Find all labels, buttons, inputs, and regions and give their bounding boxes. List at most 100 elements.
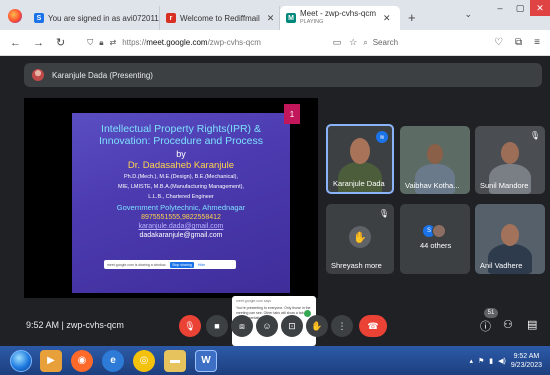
window-close-icon[interactable]: ✕: [530, 0, 550, 16]
meeting-info-icon[interactable]: ⓘ: [480, 318, 491, 334]
slide-email-link[interactable]: karanjule.dada@gmail.com: [72, 223, 290, 230]
present-icon: ⊡: [288, 320, 296, 331]
tab-meet[interactable]: M Meet - zwp-cvhs-qcm PLAYING ✕: [280, 6, 400, 30]
search-input[interactable]: ⌕ Search: [363, 34, 473, 52]
slide-qualifications-3: L.L.B., Chartered Engineer: [148, 194, 214, 200]
emoji-button[interactable]: ☺: [256, 315, 278, 337]
captions-icon: ⧈: [239, 320, 245, 331]
minimize-icon[interactable]: –: [490, 0, 510, 16]
bookmark-star-icon[interactable]: ☆: [349, 37, 357, 48]
media-player-icon[interactable]: ▶: [40, 349, 62, 372]
firefox-icon[interactable]: ◉: [71, 349, 93, 372]
meet-window: Karanjule Dada (Presenting) 1 Intellectu…: [0, 56, 550, 346]
raise-hand-button[interactable]: ✋: [306, 315, 328, 337]
people-icon[interactable]: ⚇: [503, 318, 513, 331]
volume-icon[interactable]: ◀): [498, 357, 506, 365]
shield-icon[interactable]: ⛉: [87, 38, 93, 48]
word-icon[interactable]: W: [195, 349, 217, 372]
hide-banner-button[interactable]: Hide: [198, 263, 205, 267]
tab-rediffmail[interactable]: r Welcome to Rediffmail ✕: [160, 6, 280, 30]
slide-title-line-1: Intellectual Property Rights(IPR) &: [101, 123, 261, 135]
phone-hangup-icon: ☎: [367, 320, 379, 331]
reader-view-icon[interactable]: ▭: [333, 37, 342, 48]
participant-tile-shreyash[interactable]: 🎙︎ ✋ Shreyash more: [326, 204, 394, 274]
slide-college: Government Polytechnic, Ahmednagar: [116, 203, 246, 212]
pocket-icon[interactable]: ♡: [494, 37, 503, 48]
participant-name: Vaibhav Kotha...: [405, 181, 460, 190]
tab-close-icon[interactable]: ✕: [383, 13, 391, 24]
more-options-button[interactable]: ⋮: [331, 315, 353, 337]
chat-icon[interactable]: ▤: [527, 318, 537, 331]
present-button[interactable]: ⊡: [281, 315, 303, 337]
menu-icon[interactable]: ≡: [534, 37, 540, 48]
clock[interactable]: 9:52 AM 9/23/2023: [511, 352, 542, 370]
emoji-icon: ☺: [262, 321, 272, 331]
sharing-banner: meet.google.com is sharing a window. Sto…: [104, 260, 236, 269]
raised-hand-icon: ✋: [349, 226, 371, 248]
slide-number: 1: [284, 104, 300, 124]
tab-list-chevron-icon[interactable]: ⌄: [464, 9, 472, 20]
tray-arrow-icon[interactable]: ▴: [469, 357, 473, 365]
participant-tile-others[interactable]: S 44 others: [400, 204, 470, 274]
camera-icon: ■: [214, 321, 220, 331]
leave-call-button[interactable]: ☎: [359, 315, 387, 337]
lock-icon[interactable]: 🔒︎: [99, 38, 103, 48]
slide-email: dadakaranjule@gmail.com: [139, 232, 223, 239]
captions-button[interactable]: ⧈: [231, 315, 253, 337]
url-bar[interactable]: ⛉ 🔒︎ ⇄ https://meet.google.com/zwp-cvhs-…: [87, 34, 357, 52]
extensions-icon[interactable]: ⧉: [515, 37, 522, 48]
network-icon[interactable]: ▮: [489, 357, 493, 365]
tab-title: Welcome to Rediffmail: [180, 13, 260, 23]
sharing-banner-text: meet.google.com is sharing a window.: [107, 262, 167, 267]
participant-tile-sunil[interactable]: 🎙︎ Sunil Mandore: [475, 126, 545, 194]
chrome-icon[interactable]: ◎: [133, 349, 155, 372]
tab-title: Meet - zwp-cvhs-qcm: [300, 9, 377, 18]
tab-title: You are signed in as avi0720111: [48, 13, 160, 23]
tab-signed-in[interactable]: S You are signed in as avi0720111 ✕: [28, 6, 160, 30]
forward-icon[interactable]: →: [33, 37, 44, 49]
others-avatars: S: [422, 224, 446, 238]
participant-tile-anil[interactable]: Anil Vadhere: [475, 204, 545, 274]
mic-toggle-button[interactable]: 🎙︎: [179, 315, 201, 337]
popup-header: meet.google.com says: [236, 299, 272, 303]
participant-count-badge: 51: [484, 308, 498, 318]
meeting-time: 9:52 AM: [26, 320, 60, 330]
file-explorer-icon[interactable]: ▬: [164, 349, 186, 372]
participant-name: Karanjule Dada: [333, 179, 385, 188]
back-icon[interactable]: ←: [10, 37, 21, 49]
slide-author: Dr. Dadasaheb Karanjule: [127, 160, 235, 171]
reload-icon[interactable]: ↻: [56, 36, 65, 49]
camera-toggle-button[interactable]: ■: [206, 315, 228, 337]
meeting-info: 9:52 AM | zwp-cvhs-qcm: [26, 320, 124, 330]
maximize-icon[interactable]: ▢: [510, 0, 530, 16]
participant-tile-vaibhav[interactable]: Vaibhav Kotha...: [400, 126, 470, 194]
url-text: https://meet.google.com/zwp-cvhs-qcm: [122, 38, 261, 47]
slide-qualifications-2: MIE, LMISTE, M.B.A.(Manufacturing Manage…: [118, 184, 244, 190]
slide-qualifications-1: Ph.D.(Mech.), M.E.(Design), B.E.(Mechani…: [123, 174, 238, 180]
participant-name: Sunil Mandore: [480, 181, 529, 190]
navigation-bar: ← → ↻ ⛉ 🔒︎ ⇄ https://meet.google.com/zwp…: [0, 30, 550, 56]
stop-sharing-button[interactable]: Stop sharing: [170, 261, 194, 268]
internet-explorer-icon[interactable]: e: [102, 349, 124, 372]
participant-name: 44 others: [420, 241, 452, 250]
start-button[interactable]: [10, 349, 32, 372]
window-controls: – ▢ ✕: [490, 0, 550, 16]
meeting-controls: 9:52 AM | zwp-cvhs-qcm 🎙︎ ■ ⧈ ☺ ⊡ ✋ ⋮ ☎ …: [0, 306, 550, 346]
slide-by: by: [176, 149, 186, 159]
presenter-bar: Karanjule Dada (Presenting): [24, 63, 542, 87]
speaking-indicator-icon: ≋: [376, 131, 388, 143]
mic-off-icon: 🎙︎: [529, 131, 540, 140]
tab-close-icon[interactable]: ✕: [267, 13, 275, 24]
tab-favicon-icon: r: [166, 13, 176, 23]
clock-date: 9/23/2023: [510, 361, 542, 369]
more-vert-icon: ⋮: [337, 320, 347, 331]
hand-icon: ✋: [311, 320, 323, 331]
meeting-code: zwp-cvhs-qcm: [66, 320, 124, 330]
participant-name: Anil Vadhere: [480, 261, 523, 270]
presentation-view[interactable]: 1 Intellectual Property Rights(IPR) & In…: [24, 98, 318, 298]
new-tab-button[interactable]: +: [400, 10, 424, 30]
browser-tab-strip: S You are signed in as avi0720111 ✕ r We…: [0, 0, 550, 30]
permissions-icon[interactable]: ⇄: [109, 38, 116, 47]
participant-tile-karanjule[interactable]: ≋ Karanjule Dada: [326, 124, 394, 194]
flag-icon[interactable]: ⚑: [478, 357, 484, 365]
